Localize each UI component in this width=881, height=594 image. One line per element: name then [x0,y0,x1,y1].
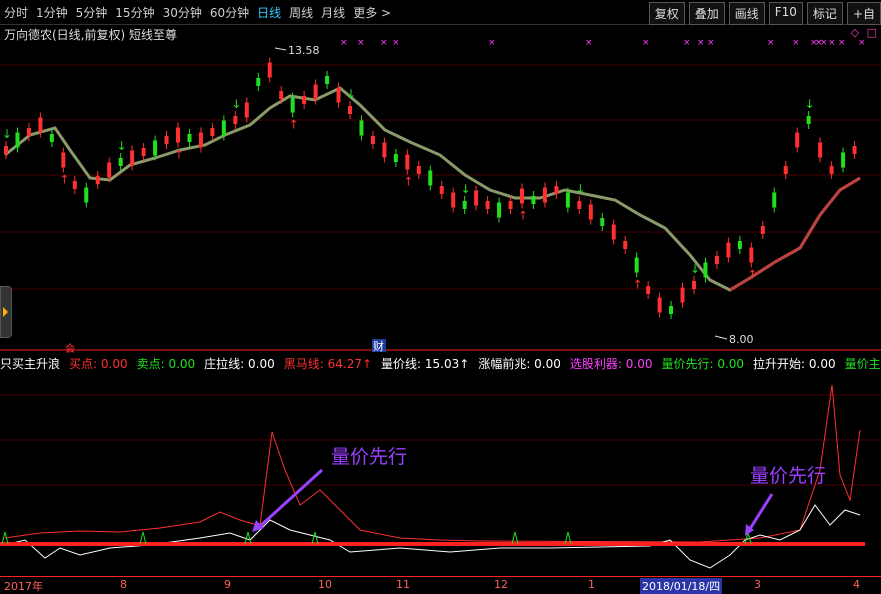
indicator-item: 黑马线: 64.27↑ [283,357,373,371]
overlay-button[interactable]: 叠加 [688,2,725,25]
buy-arrow-icon: ↑ [633,278,643,292]
marker-hui[interactable]: 会 [65,342,75,355]
sell-arrow-icon: ↓ [231,97,241,111]
axis-tick-label: 12 [494,578,508,591]
signal-x-icon: × [585,38,593,48]
axis-tick-label: 1 [588,578,595,591]
low-label: 8.00 [729,333,754,346]
signal-x-icon: × [820,38,828,48]
buy-arrow-icon: ↑ [174,148,184,162]
fuquan-button[interactable]: 复权 [648,2,685,25]
axis-tick-label: 10 [318,578,332,591]
custom-button[interactable]: +自 [846,2,881,25]
tab-daily[interactable]: 日线 [257,4,281,21]
annotation-2: 量价先行 [750,465,826,487]
tab-weekly[interactable]: 周线 [289,4,313,21]
tab-5min[interactable]: 5分钟 [76,4,108,21]
toolbar-buttons: 复权 叠加 画线 F10 标记 +自 [645,2,881,25]
indicator-item: 拉升开始: 0.00 [753,357,836,371]
f10-button[interactable]: F10 [768,2,803,25]
cursor-date-label: 2018/01/18/四 [640,578,723,594]
tab-fenshi[interactable]: 分时 [4,4,28,21]
date-axis: 2017年 8 9 10 11 12 1 2018/01/18/四 3 4 [0,576,881,594]
indicator-item: 涨幅前兆: 0.00 [478,357,561,371]
signal-markers: × × × × × × × × × × × × ××× × × × [340,38,866,48]
tab-60min[interactable]: 60分钟 [210,4,249,21]
low-pointer [714,335,728,340]
signal-x-icon: × [488,38,496,48]
white-indicator-line [4,504,861,569]
sell-arrow-icon: ↓ [690,262,700,276]
buy-arrow-icon: ↑ [289,118,299,132]
signal-x-icon: × [392,38,400,48]
axis-tick-label: 2017年 [4,580,43,593]
indicator-item: 量价先行: 0.00 [661,357,745,371]
tab-1min[interactable]: 1分钟 [36,4,68,21]
high-pointer [274,47,287,51]
signal-x-icon: × [792,38,800,48]
indicator-item: 卖点: 0.00 [136,357,196,371]
marker-cai[interactable]: 财 [373,339,384,353]
period-tabs: 分时 1分钟 5分钟 15分钟 30分钟 60分钟 日线 周线 月线 更多 > [4,4,399,21]
mark-button[interactable]: 标记 [806,2,843,25]
indicator-item: 只买主升浪 [0,357,61,371]
signal-x-icon: × [380,38,388,48]
tab-more[interactable]: 更多 > [353,4,391,21]
red-indicator-line [4,384,861,543]
signal-x-icon: × [357,38,365,48]
indicator-item: 选股利器: 0.00 [569,357,653,371]
buy-arrow-icon: ↑ [403,175,413,189]
square-icon[interactable]: □ [867,26,877,39]
tab-monthly[interactable]: 月线 [321,4,345,21]
candles: ↓ ↑ ↓ ↑ ↓ ↑ ↓ ↑ ↓ ↑ ↓ ↑ ↓ ↑ ↓ [2,57,857,319]
signal-x-icon: × [340,38,348,48]
signal-x-icon: × [828,38,836,48]
sell-arrow-icon: ↓ [575,182,585,196]
tab-15min[interactable]: 15分钟 [115,4,154,21]
indicator-legend: 只买主升浪 买点: 0.00 卖点: 0.00 庄拉线: 0.00 黑马线: 64.27… [0,355,881,373]
high-label: 13.58 [288,44,320,57]
signal-x-icon: × [697,38,705,48]
axis-tick-label: 9 [224,578,231,591]
axis-tick-label: 11 [396,578,410,591]
sell-arrow-icon: ↓ [805,97,815,111]
axis-tick-label: 3 [754,578,761,591]
signal-x-icon: × [642,38,650,48]
annotation-1: 量价先行 [331,446,407,468]
annotation-arrows [256,468,774,533]
indicator-item: 买点: 0.00 [69,357,128,371]
sell-arrow-icon: ↓ [461,182,471,196]
expand-handle-icon[interactable] [0,286,12,338]
signal-x-icon: × [683,38,691,48]
chart-canvas[interactable]: ↓↑↓↑↓↑↓↑↓↑↓↑↓ ↑↓ 13.58 8.00 × × × × × × × × × × × × ×… [0,0,881,593]
signal-x-icon: × [858,38,866,48]
corner-icons: ◇ □ [847,26,877,39]
signal-x-icon: × [838,38,846,48]
diamond-icon[interactable]: ◇ [851,26,859,39]
signal-x-icon: × [767,38,775,48]
signal-x-icon: × [707,38,715,48]
sell-arrow-icon: ↓ [2,127,12,141]
sell-arrow-icon: ↓ [346,87,356,101]
tab-30min[interactable]: 30分钟 [163,4,202,21]
axis-tick-label: 4 [853,578,860,591]
indicator-item: 庄拉线: 0.00 [204,357,275,371]
period-toolbar: 分时 1分钟 5分钟 15分钟 30分钟 60分钟 日线 周线 月线 更多 > … [0,0,881,25]
buy-arrow-icon: ↑ [518,209,528,223]
sell-arrow-icon: ↓ [117,139,127,153]
draw-line-button[interactable]: 画线 [728,2,765,25]
chart-title: 万向德农(日线,前复权) 短线至尊 [4,28,177,42]
buy-arrow-icon: ↑ [59,173,69,187]
buy-arrow-icon: ↑ [747,268,757,282]
ma-line [4,86,861,292]
axis-tick-label: 8 [120,578,127,591]
indicator-item: 量价主升浪: 0.00 [844,357,881,371]
indicator-item: 量价线: 15.03↑ [381,357,470,371]
